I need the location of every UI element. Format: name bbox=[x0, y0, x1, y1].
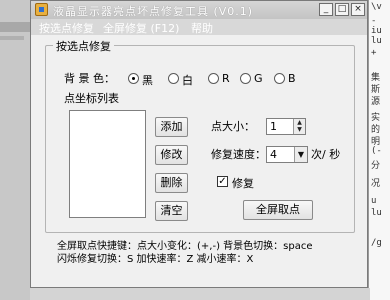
shortcut-help-line-2: 闪烁修复切换：S 加快速率：Z 减小速率：X bbox=[57, 254, 254, 265]
title-bar[interactable]: 液晶显示器亮点坏点修复工具 (V0.1) _ □ × bbox=[31, 1, 367, 19]
repair-checkbox-label: 修复 bbox=[232, 177, 254, 190]
radio-circle bbox=[208, 73, 219, 84]
menu-select-point-repair[interactable]: 按选点修复 bbox=[39, 20, 94, 36]
bg-text-fragment: u bbox=[371, 196, 377, 206]
radio-circle bbox=[240, 73, 251, 84]
checkmark-icon: ✓ bbox=[218, 176, 227, 187]
app-icon bbox=[35, 3, 48, 16]
delete-button[interactable]: 删除 bbox=[155, 173, 188, 193]
radio-selected-dot bbox=[132, 77, 135, 80]
radio-label: G bbox=[254, 72, 263, 85]
menu-bar: 按选点修复 全屏修复 (F12) 帮助 bbox=[31, 19, 367, 35]
bg-text-fragment: (- bbox=[371, 146, 382, 156]
chevron-down-icon[interactable]: ▼ bbox=[294, 147, 307, 162]
point-coordinate-list[interactable] bbox=[69, 110, 146, 218]
add-button[interactable]: 添加 bbox=[155, 117, 188, 137]
background-window-left bbox=[0, 0, 30, 300]
spinner-arrows-icon[interactable]: ▲ ▼ bbox=[293, 119, 305, 134]
radio-label: 白 bbox=[182, 74, 193, 87]
repair-speed-label: 修复速度： bbox=[211, 148, 266, 161]
speed-unit-label: 次/ 秒 bbox=[311, 148, 341, 161]
radio-circle bbox=[274, 73, 285, 84]
point-size-label: 点大小： bbox=[211, 120, 255, 133]
fullscreen-pick-button[interactable]: 全屏取点 bbox=[243, 200, 313, 220]
background-strip bbox=[0, 22, 30, 32]
clear-button[interactable]: 清空 bbox=[155, 201, 188, 221]
bg-text-fragment: 源 bbox=[371, 97, 381, 107]
window-title: 液晶显示器亮点坏点修复工具 (V0.1) bbox=[53, 5, 254, 18]
bg-text-fragment: lu bbox=[371, 36, 382, 46]
point-size-value: 1 bbox=[270, 120, 277, 133]
background-bottom-strip bbox=[30, 288, 370, 300]
repair-speed-select[interactable]: 4 ▼ bbox=[266, 146, 308, 163]
background-bar bbox=[0, 36, 24, 40]
background-window-right: \v - iu lu + 集 斯 源 实 的 明 (- 分 况 u lu /g bbox=[368, 0, 390, 300]
bg-text-fragment: \v bbox=[371, 2, 382, 12]
bg-text-fragment: lu bbox=[371, 208, 382, 218]
group-title: 按选点修复 bbox=[53, 38, 114, 54]
minimize-button[interactable]: _ bbox=[319, 3, 333, 16]
radio-label: 黑 bbox=[142, 74, 153, 87]
point-list-label: 点坐标列表 bbox=[64, 92, 119, 105]
bg-text-fragment: iu bbox=[371, 26, 382, 36]
radio-label: R bbox=[222, 72, 230, 85]
radio-circle bbox=[128, 73, 139, 84]
edit-button[interactable]: 修改 bbox=[155, 145, 188, 165]
radio-circle bbox=[168, 73, 179, 84]
menu-fullscreen-repair[interactable]: 全屏修复 (F12) bbox=[103, 20, 179, 36]
background-color-label: 背 景 色： bbox=[64, 72, 115, 85]
point-size-spinner[interactable]: 1 ▲ ▼ bbox=[266, 118, 306, 135]
bg-text-fragment: /g bbox=[371, 238, 382, 248]
bg-text-fragment: - bbox=[371, 16, 377, 26]
menu-help[interactable]: 帮助 bbox=[191, 20, 213, 36]
bg-text-fragment: + bbox=[371, 48, 377, 58]
close-button[interactable]: × bbox=[351, 3, 365, 16]
maximize-button[interactable]: □ bbox=[335, 3, 349, 16]
repair-checkbox[interactable]: ✓ bbox=[217, 176, 228, 187]
repair-speed-value: 4 bbox=[270, 148, 277, 161]
radio-label: B bbox=[288, 72, 296, 85]
bg-text-fragment: 分 bbox=[371, 161, 381, 171]
bg-text-fragment: 况 bbox=[371, 179, 381, 189]
